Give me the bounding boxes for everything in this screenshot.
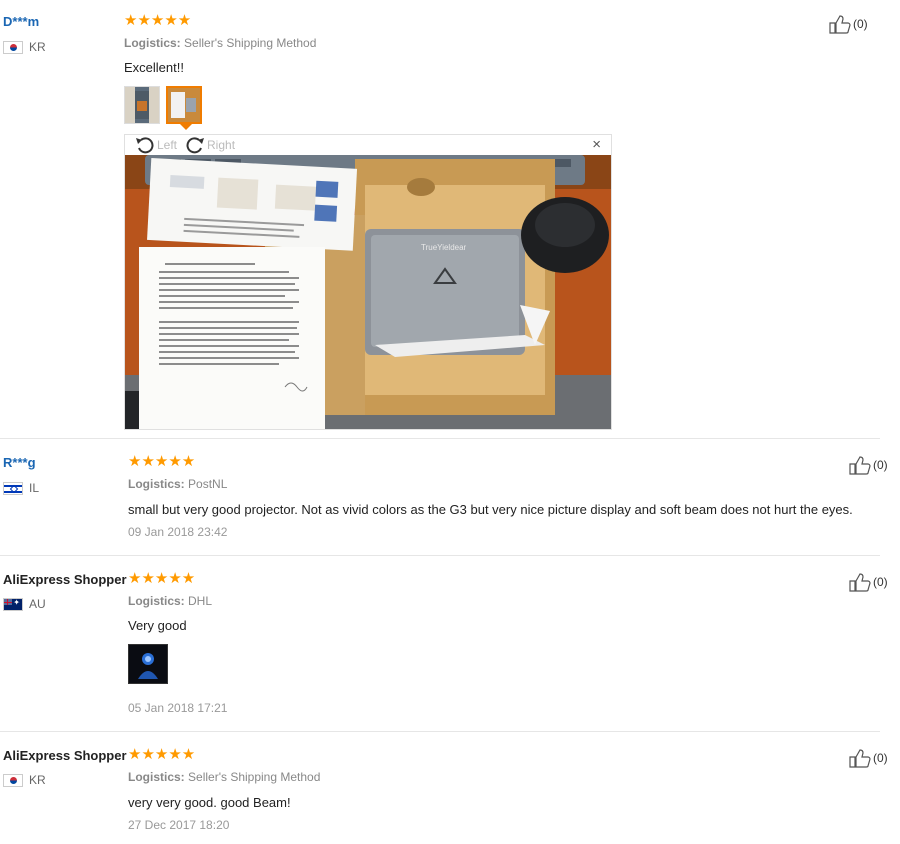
- rotate-right-icon: [186, 137, 205, 154]
- logistics-info: Logistics: Seller's Shipping Method: [124, 36, 316, 50]
- review-divider: [0, 438, 880, 439]
- thumbs-up-icon: [849, 572, 871, 592]
- rotate-right-label: Right: [207, 138, 236, 152]
- star-rating: ★★★★★: [128, 570, 196, 587]
- country-code: IL: [29, 481, 40, 495]
- reviewer-name: AliExpress Shopper: [3, 572, 127, 587]
- reviewer-country: IL: [3, 481, 39, 495]
- review-photos: [124, 86, 202, 130]
- logistics-value: DHL: [188, 594, 213, 608]
- like-count: (0): [853, 17, 868, 31]
- rotate-left-button[interactable]: Left: [135, 136, 177, 154]
- logistics-label: Logistics:: [124, 36, 181, 50]
- like-button[interactable]: (0): [849, 455, 888, 475]
- like-button[interactable]: (0): [849, 572, 888, 592]
- like-count: (0): [873, 458, 888, 472]
- photo-thumbnail-selected[interactable]: [166, 86, 202, 130]
- country-code: KR: [29, 773, 46, 787]
- flag-kr-icon: [3, 773, 23, 787]
- thumbs-up-icon: [849, 455, 871, 475]
- photo-thumbnail[interactable]: [124, 86, 160, 124]
- star-rating: ★★★★★: [128, 453, 196, 470]
- review-comment: Excellent!!: [124, 60, 184, 75]
- rotate-left-icon: [136, 137, 154, 154]
- review-date: 27 Dec 2017 18:20: [128, 818, 230, 832]
- reviewer-country: KR: [3, 40, 46, 54]
- viewer-toolbar: Left Right ×: [125, 135, 611, 155]
- logistics-value: PostNL: [188, 477, 228, 491]
- flag-kr-icon: [3, 40, 23, 54]
- enlarged-review-photo: TrueYieldear: [125, 155, 611, 429]
- country-code: KR: [29, 40, 46, 54]
- like-button[interactable]: (0): [829, 14, 868, 34]
- logistics-label: Logistics:: [128, 594, 185, 608]
- country-code: AU: [29, 597, 46, 611]
- logistics-label: Logistics:: [128, 770, 185, 784]
- logistics-value: Seller's Shipping Method: [188, 770, 321, 784]
- svg-text:TrueYieldear: TrueYieldear: [421, 243, 467, 252]
- photo-thumbnail[interactable]: [128, 644, 168, 684]
- logistics-label: Logistics:: [128, 477, 185, 491]
- close-icon[interactable]: ×: [592, 137, 601, 152]
- logistics-info: Logistics: Seller's Shipping Method: [128, 770, 320, 784]
- rotate-right-button[interactable]: Right: [185, 136, 235, 154]
- flag-au-icon: [3, 597, 23, 611]
- logistics-info: Logistics: PostNL: [128, 477, 227, 491]
- photo-thumbnail-image: [171, 92, 196, 118]
- reviewer-country: KR: [3, 773, 46, 787]
- star-rating: ★★★★★: [128, 746, 196, 763]
- reviewer-name: AliExpress Shopper: [3, 748, 127, 763]
- like-button[interactable]: (0): [849, 748, 888, 768]
- review-comment: Very good: [128, 618, 187, 633]
- review-comment: very very good. good Beam!: [128, 795, 291, 810]
- thumbs-up-icon: [849, 748, 871, 768]
- photo-thumbnail-image: [129, 645, 167, 683]
- flag-il-icon: [3, 481, 23, 495]
- like-count: (0): [873, 751, 888, 765]
- reviewer-name[interactable]: R***g: [3, 455, 36, 470]
- review-comment: small but very good projector. Not as vi…: [128, 502, 853, 517]
- reviewer-country: AU: [3, 597, 46, 611]
- photo-viewer: Left Right × TrueYieldear: [124, 134, 612, 430]
- photo-thumbnail-image: [135, 91, 149, 119]
- rotate-left-label: Left: [157, 138, 178, 152]
- thumbs-up-icon: [829, 14, 851, 34]
- review-divider: [0, 731, 880, 732]
- logistics-value: Seller's Shipping Method: [184, 36, 317, 50]
- review-divider: [0, 555, 880, 556]
- reviewer-name[interactable]: D***m: [3, 14, 39, 29]
- star-rating: ★★★★★: [124, 12, 192, 29]
- like-count: (0): [873, 575, 888, 589]
- review-date: 05 Jan 2018 17:21: [128, 701, 228, 715]
- logistics-info: Logistics: DHL: [128, 594, 212, 608]
- review-date: 09 Jan 2018 23:42: [128, 525, 228, 539]
